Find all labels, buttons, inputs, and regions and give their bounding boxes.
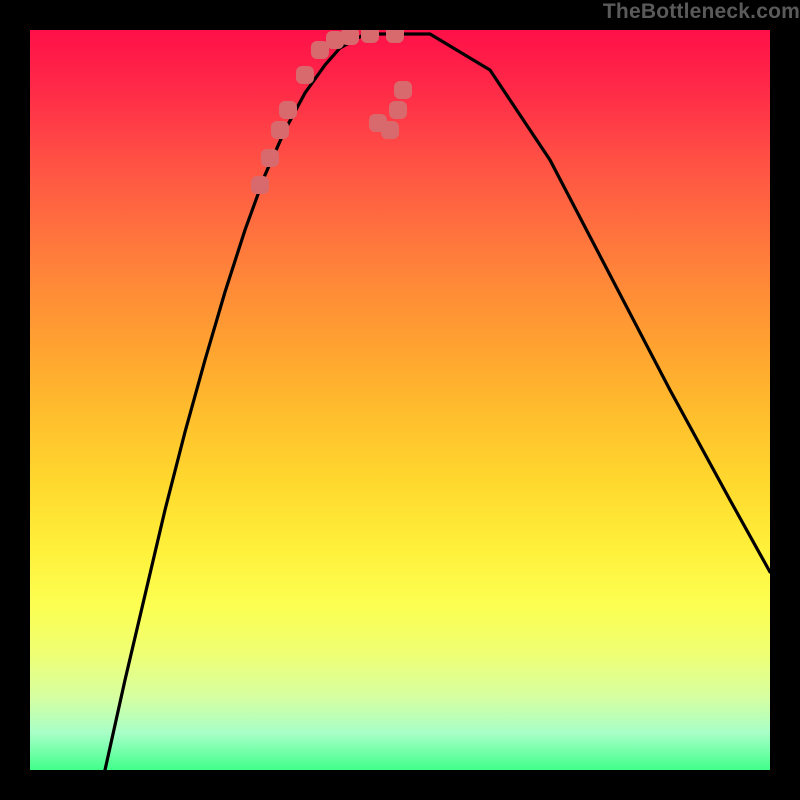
data-marker — [341, 30, 359, 45]
data-marker — [279, 101, 297, 119]
data-marker — [251, 176, 269, 194]
chart-frame: TheBottleneck.com — [0, 0, 800, 800]
bottleneck-curve — [105, 34, 770, 770]
data-marker — [261, 149, 279, 167]
data-marker — [394, 81, 412, 99]
watermark-text: TheBottleneck.com — [500, 0, 800, 30]
marker-group — [251, 30, 412, 194]
data-marker — [271, 121, 289, 139]
data-marker — [381, 121, 399, 139]
data-marker — [296, 66, 314, 84]
chart-svg — [30, 30, 770, 770]
data-marker — [389, 101, 407, 119]
data-marker — [361, 30, 379, 43]
plot-area — [30, 30, 770, 770]
data-marker — [386, 30, 404, 43]
